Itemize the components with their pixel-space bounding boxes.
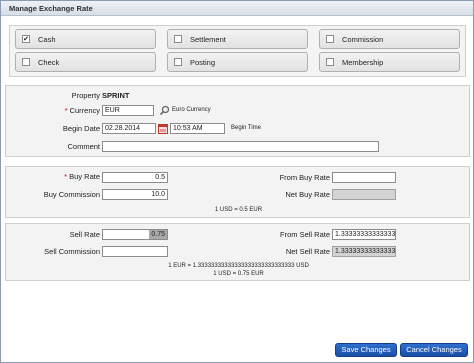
sell-summary-line2: 1 USD = 0.75 EUR — [213, 271, 264, 277]
comment-label: Comment — [67, 142, 100, 151]
sell-summary-line1: 1 EUR = 1.33333333333333333333333333333 … — [168, 263, 309, 269]
required-marker: * — [64, 106, 68, 115]
checkbox-check[interactable]: Check — [15, 52, 156, 72]
checkbox-membership-label: Membership — [342, 58, 384, 67]
title-bar: Manage Exchange Rate — [1, 1, 473, 16]
checkbox-posting-box[interactable] — [174, 58, 182, 66]
checkbox-panel: ✔ Cash Settlement Commission Check Posti… — [9, 25, 466, 77]
begin-time-input[interactable]: 10:53 AM — [170, 123, 225, 134]
net-buy-rate-input — [332, 189, 396, 200]
checkbox-settlement-box[interactable] — [174, 35, 182, 43]
begin-date-label: Begin Date — [62, 124, 100, 133]
currency-label: * Currency — [64, 106, 100, 115]
calendar-icon[interactable] — [158, 123, 168, 134]
buy-summary: 1 USD = 0.5 EUR — [214, 207, 263, 213]
currency-description: Euro Currency — [172, 107, 211, 113]
checkbox-commission-label: Commission — [342, 35, 384, 44]
checkbox-settlement[interactable]: Settlement — [167, 29, 308, 49]
property-value: SPRINT — [102, 91, 130, 100]
sell-commission-label: Sell Commission — [44, 247, 100, 256]
from-buy-rate-label: From Buy Rate — [279, 173, 330, 182]
sell-rate-input[interactable]: 0.75 — [102, 229, 168, 240]
sell-section: Sell Rate 0.75 Sell Commission From Sell… — [5, 223, 470, 281]
net-buy-rate-label: Net Buy Rate — [285, 190, 330, 199]
required-marker: * — [64, 172, 68, 181]
buy-section: * Buy Rate 0.5 Buy Commission 10.0 From … — [5, 166, 470, 218]
checkbox-posting[interactable]: Posting — [167, 52, 308, 72]
from-sell-rate-label: From Sell Rate — [279, 230, 330, 239]
from-sell-rate-input[interactable]: 1.33333333333333 — [332, 229, 396, 240]
checkbox-commission[interactable]: Commission — [319, 29, 460, 49]
checkbox-settlement-label: Settlement — [190, 35, 226, 44]
property-label: Property — [71, 91, 100, 100]
checkbox-check-box[interactable] — [22, 58, 30, 66]
checkbox-membership-box[interactable] — [326, 58, 334, 66]
checkbox-cash[interactable]: ✔ Cash — [15, 29, 156, 49]
from-buy-rate-input[interactable] — [332, 172, 396, 183]
window-title: Manage Exchange Rate — [9, 4, 93, 13]
save-changes-button[interactable]: Save Changes — [335, 343, 397, 357]
checkbox-membership[interactable]: Membership — [319, 52, 460, 72]
net-sell-rate-label: Net Sell Rate — [285, 247, 330, 256]
checkbox-cash-box[interactable]: ✔ — [22, 35, 30, 43]
buy-commission-label: Buy Commission — [43, 190, 100, 199]
sell-rate-label: Sell Rate — [69, 230, 100, 239]
sell-commission-input[interactable] — [102, 246, 168, 257]
checkbox-cash-label: Cash — [38, 35, 56, 44]
checkbox-commission-box[interactable] — [326, 35, 334, 43]
search-icon[interactable] — [159, 105, 170, 116]
begin-time-label: Begin Time — [231, 125, 262, 131]
net-sell-rate-input: 1.33333333333333 — [332, 246, 396, 257]
cancel-changes-button[interactable]: Cancel Changes — [400, 343, 468, 357]
comment-input[interactable] — [102, 141, 379, 152]
begin-date-input[interactable]: 02.28.2014 — [102, 123, 156, 134]
buy-commission-input[interactable]: 10.0 — [102, 189, 168, 200]
buy-rate-input[interactable]: 0.5 — [102, 172, 168, 183]
checkbox-posting-label: Posting — [190, 58, 216, 67]
manage-exchange-rate-window: Manage Exchange Rate ✔ Cash Settlement C… — [0, 0, 474, 363]
checkbox-check-label: Check — [38, 58, 60, 67]
details-section: Property SPRINT * Currency EUR Euro Curr… — [5, 85, 470, 157]
currency-input[interactable]: EUR — [102, 105, 154, 116]
buy-rate-label: * Buy Rate — [64, 172, 100, 181]
